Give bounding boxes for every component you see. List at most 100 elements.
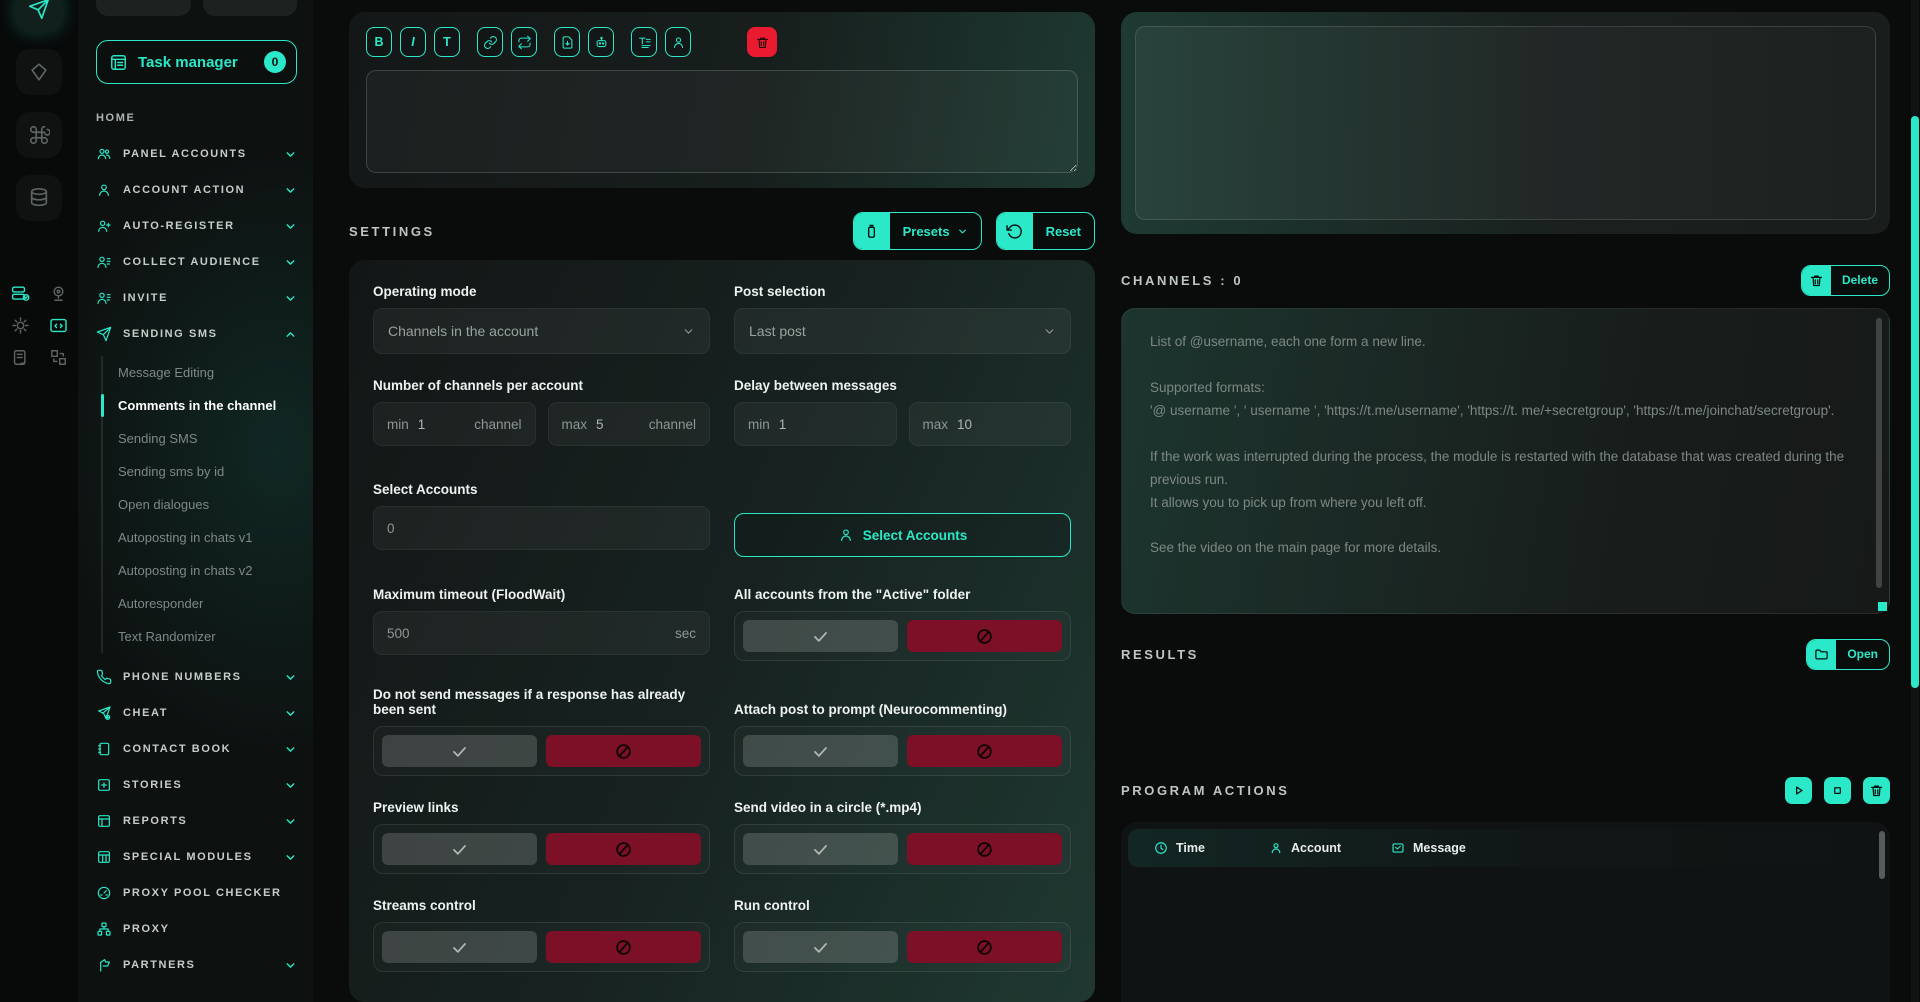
toggle-preview-links[interactable] [373,824,710,874]
sidebar-item-stories[interactable]: STORIES [96,767,297,803]
robot-button[interactable] [588,27,614,57]
rail-database-button[interactable] [16,175,62,221]
submenu-item-autoresponder[interactable]: Autoresponder [103,587,297,620]
sidebar-item-cheat[interactable]: CHEAT [96,695,297,731]
wait-tab[interactable]: wait [96,0,191,16]
text-template-button[interactable] [631,27,657,57]
post-selection-select[interactable]: Last post [734,308,1071,354]
channels-scrollbar[interactable] [1876,318,1882,588]
toggle-no-segment[interactable] [907,620,1062,652]
sidebar-item-contact-book[interactable]: CONTACT BOOK [96,731,297,767]
rail-diamond-button[interactable] [16,49,62,95]
submenu-item-sending-sms[interactable]: Sending SMS [103,422,297,455]
link-button[interactable] [477,27,503,57]
no-entry-icon [975,627,994,646]
sidebar-item-partners[interactable]: PARTNERS [96,947,297,983]
sidebar-item-label: ACCOUNT ACTION [123,184,245,196]
submenu-item-message-editing[interactable]: Message Editing [103,356,297,389]
channels-textarea[interactable] [1121,308,1890,614]
select-accounts-button[interactable]: Select Accounts [734,513,1071,557]
toggle-attach-post[interactable] [734,726,1071,776]
submenu-item-open-dialogues[interactable]: Open dialogues [103,488,297,521]
submenu-item-autoposting-v2[interactable]: Autoposting in chats v2 [103,554,297,587]
table-scrollbar[interactable] [1879,831,1885,879]
sidebar-item-proxy-pool-checker[interactable]: PROXY POOL CHECKER [96,875,297,911]
presets-button[interactable]: Presets [853,212,982,250]
rail-send-button[interactable] [16,0,62,32]
message-editor-textarea[interactable] [366,70,1078,173]
sidebar-item-sending-sms[interactable]: SENDING SMS [96,316,297,352]
rail-command-button[interactable] [16,112,62,158]
submenu-item-sending-sms-by-id[interactable]: Sending sms by id [103,455,297,488]
operating-mode-select[interactable]: Channels in the account [373,308,710,354]
sidebar-item-account-action[interactable]: ACCOUNT ACTION [96,172,297,208]
clipboard-check-icon[interactable] [9,348,31,367]
reset-button[interactable]: Reset [996,212,1095,250]
clear-log-button[interactable] [1863,777,1890,804]
sidebar-item-auto-register[interactable]: AUTO-REGISTER [96,208,297,244]
text-button[interactable]: T [434,27,460,57]
person-list-icon [96,290,113,306]
page-scrollbar-thumb[interactable] [1911,116,1919,688]
preview-box[interactable] [1135,26,1876,220]
accounts-count-input[interactable]: 0 [373,506,710,550]
file-import-button[interactable] [554,27,580,57]
sidebar-item-phone-numbers[interactable]: PHONE NUMBERS [96,659,297,695]
delete-channels-button[interactable]: Delete [1801,265,1890,296]
channels-min-input[interactable]: min 1 channel [373,402,536,446]
submenu-item-comments-in-the-channel[interactable]: Comments in the channel [103,389,297,422]
toggle-yes-segment[interactable] [382,931,537,963]
clear-message-button[interactable] [747,27,777,57]
toggle-no-segment[interactable] [546,931,701,963]
toggle-yes-segment[interactable] [382,833,537,865]
resize-handle[interactable] [1878,602,1887,611]
column-time[interactable]: Time [1154,841,1269,855]
toggle-no-segment[interactable] [546,833,701,865]
toggle-no-segment[interactable] [907,833,1062,865]
sidebar-item-special-modules[interactable]: SPECIAL MODULES [96,839,297,875]
sidebar-item-reports[interactable]: REPORTS [96,803,297,839]
done-tab[interactable]: done [203,0,298,16]
toggle-active-folder[interactable] [734,611,1071,661]
column-account[interactable]: Account [1269,841,1391,855]
toggle-streams-control[interactable] [373,922,710,972]
timeout-input[interactable]: 500 sec [373,611,710,655]
submenu-item-text-randomizer[interactable]: Text Randomizer [103,620,297,653]
toggle-yes-segment[interactable] [743,833,898,865]
toggle-no-segment[interactable] [907,931,1062,963]
start-button[interactable] [1785,777,1812,804]
delay-min-input[interactable]: min 1 [734,402,897,446]
task-manager-button[interactable]: Task manager 0 [96,40,297,84]
toggle-label-attach-post: Attach post to prompt (Neurocommenting) [734,685,1071,717]
sidebar-item-panel-accounts[interactable]: PANEL ACCOUNTS [96,136,297,172]
toggle-run-control[interactable] [734,922,1071,972]
toggle-video-circle[interactable] [734,824,1071,874]
gear-icon[interactable] [9,316,31,335]
repeat-button[interactable] [511,27,537,57]
delay-max-input[interactable]: max 10 [909,402,1072,446]
stop-button[interactable] [1824,777,1851,804]
toggle-no-resend[interactable] [373,726,710,776]
sidebar-item-invite[interactable]: INVITE [96,280,297,316]
open-results-button[interactable]: Open [1806,639,1890,670]
webcam-icon[interactable] [47,284,69,303]
column-message[interactable]: Message [1391,841,1466,855]
toggle-yes-segment[interactable] [743,735,898,767]
mention-user-button[interactable] [665,27,691,57]
toggle-yes-segment[interactable] [743,931,898,963]
page-scrollbar[interactable] [1911,0,1919,1002]
italic-button[interactable]: I [400,27,426,57]
server-check-icon[interactable] [9,284,31,303]
toggle-no-segment[interactable] [907,735,1062,767]
sidebar-item-collect-audience[interactable]: COLLECT AUDIENCE [96,244,297,280]
toggle-yes-segment[interactable] [743,620,898,652]
channels-max-input[interactable]: max 5 channel [548,402,711,446]
code-window-icon[interactable] [47,316,69,335]
toggle-no-segment[interactable] [546,735,701,767]
sidebar-item-proxy[interactable]: PROXY [96,911,297,947]
submenu-item-autoposting-v1[interactable]: Autoposting in chats v1 [103,521,297,554]
toggle-yes-segment[interactable] [382,735,537,767]
qr-transfer-icon[interactable] [47,348,69,367]
bold-button[interactable]: B [366,27,392,57]
sidebar-item-home[interactable]: HOME [96,100,297,136]
